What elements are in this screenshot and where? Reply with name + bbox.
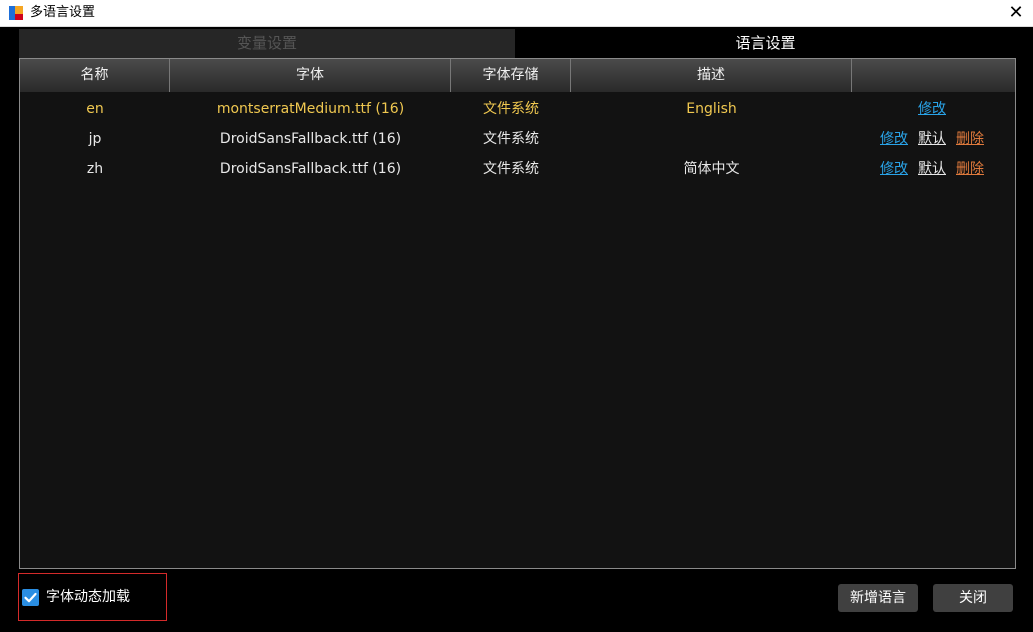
row-name: en [86,101,104,117]
delete-link[interactable]: 删除 [956,154,984,184]
column-header-actions [852,59,1015,92]
row-font: DroidSansFallback.ttf (16) [219,131,402,147]
close-button[interactable]: 关闭 [933,584,1013,612]
dynamic-font-option: 字体动态加载 [18,573,167,621]
table-header: 名称 字体 字体存储 描述 [20,59,1015,92]
row-description: 简体中文 [683,161,740,177]
column-header-font: 字体 [170,59,451,92]
language-table: 名称 字体 字体存储 描述 en montserratMedium.ttf (1… [19,58,1016,569]
tab-bar: 变量设置 语言设置 [19,29,1016,58]
row-storage: 文件系统 [483,131,539,147]
row-name: jp [88,131,102,147]
table-row[interactable]: zh DroidSansFallback.ttf (16) 文件系统 简体中文 … [20,154,1015,184]
edit-link[interactable]: 修改 [918,94,946,124]
dialog-body: 变量设置 语言设置 名称 字体 字体存储 描述 en montserratMed… [4,27,1029,628]
column-header-storage: 字体存储 [451,59,571,92]
column-header-name: 名称 [20,59,170,92]
row-font: DroidSansFallback.ttf (16) [219,161,402,177]
row-description [571,124,852,154]
delete-link[interactable]: 删除 [956,124,984,154]
row-description: English [686,101,737,117]
row-storage: 文件系统 [483,101,539,117]
set-default-link[interactable]: 默认 [918,154,946,184]
edit-link[interactable]: 修改 [880,124,908,154]
tab-language-settings[interactable]: 语言设置 [515,29,1016,58]
title-bar: 多语言设置 ✕ [0,0,1033,27]
row-storage: 文件系统 [483,161,539,177]
tab-variable-settings[interactable]: 变量设置 [19,29,515,58]
table-row[interactable]: jp DroidSansFallback.ttf (16) 文件系统 修改 默认… [20,124,1015,154]
checkmark-icon [24,592,37,603]
column-header-description: 描述 [571,59,852,92]
app-icon [9,6,23,20]
close-icon[interactable]: ✕ [1005,2,1027,24]
add-language-button[interactable]: 新增语言 [838,584,918,612]
row-name: zh [86,161,104,177]
table-row[interactable]: en montserratMedium.ttf (16) 文件系统 Englis… [20,94,1015,124]
window-title: 多语言设置 [30,5,96,20]
row-font: montserratMedium.ttf (16) [216,101,405,117]
dynamic-font-label[interactable]: 字体动态加载 [46,588,130,606]
set-default-link[interactable]: 默认 [918,124,946,154]
dynamic-font-checkbox[interactable] [22,589,39,606]
edit-link[interactable]: 修改 [880,154,908,184]
